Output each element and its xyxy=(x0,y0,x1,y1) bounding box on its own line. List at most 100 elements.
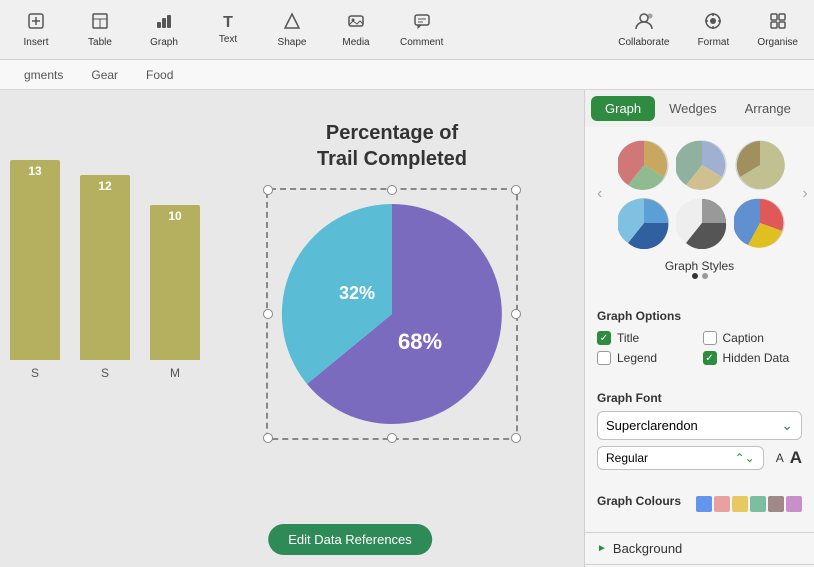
dot-0 xyxy=(692,273,698,279)
tab-segments[interactable]: gments xyxy=(10,64,77,86)
swatch-1[interactable] xyxy=(714,496,730,512)
background-section: ► Background xyxy=(585,532,814,564)
panel-tabs: Graph Wedges Arrange xyxy=(585,90,814,127)
chart-title-line2: Trail Completed xyxy=(317,148,467,170)
shape-button[interactable]: Shape xyxy=(272,12,312,48)
graph-colours-section: Graph Colours xyxy=(585,488,814,520)
style-2[interactable] xyxy=(676,139,728,191)
style-1[interactable] xyxy=(618,139,670,191)
table-label: Table xyxy=(88,37,112,48)
font-style-value: Regular xyxy=(606,451,648,465)
tab-gear[interactable]: Gear xyxy=(77,64,132,86)
graph-styles-section: ‹ xyxy=(585,127,814,289)
swatch-2[interactable] xyxy=(732,496,748,512)
graph-colours-title: Graph Colours xyxy=(597,494,681,508)
pie-container: Percentage of Trail Completed xyxy=(220,120,564,440)
checkbox-title[interactable] xyxy=(597,331,611,345)
style-6[interactable] xyxy=(734,197,786,249)
option-title: Title xyxy=(597,331,697,345)
font-size-large-a[interactable]: A xyxy=(790,448,802,468)
checkbox-caption[interactable] xyxy=(703,331,717,345)
media-icon xyxy=(347,12,365,35)
right-panel: Graph Wedges Arrange ‹ xyxy=(584,90,814,567)
option-legend: Legend xyxy=(597,351,697,365)
tabs-row: gments Gear Food xyxy=(0,60,814,90)
graph-font-section: Graph Font Superclarendon ⌄ Regular ⌃⌄ A… xyxy=(585,385,814,476)
table-button[interactable]: Table xyxy=(80,12,120,48)
swatch-0[interactable] xyxy=(696,496,712,512)
bar-1: 12 xyxy=(80,175,130,360)
text-button[interactable]: T Text xyxy=(208,14,248,45)
panel-tab-wedges[interactable]: Wedges xyxy=(655,96,730,121)
comment-button[interactable]: Comment xyxy=(400,12,443,48)
swatch-5[interactable] xyxy=(786,496,802,512)
comment-icon xyxy=(413,12,431,35)
toolbar: Insert Table Graph T Text xyxy=(0,0,814,60)
text-icon: T xyxy=(223,14,233,32)
font-style-row: Regular ⌃⌄ A A xyxy=(597,446,802,470)
font-size-small-a[interactable]: A xyxy=(776,451,784,465)
pie-chart-svg: 68% 32% xyxy=(272,194,512,434)
collaborate-button[interactable]: Collaborate xyxy=(618,12,669,48)
edit-data-button[interactable]: Edit Data References xyxy=(268,524,432,555)
collaborate-icon xyxy=(634,12,654,35)
media-button[interactable]: Media xyxy=(336,12,376,48)
insert-label: Insert xyxy=(23,37,48,48)
canvas-area: 13 S 12 S 10 M xyxy=(0,90,584,567)
panel-tab-arrange[interactable]: Arrange xyxy=(731,96,805,121)
graph-styles-label: Graph Styles xyxy=(589,259,810,273)
option-label-title: Title xyxy=(617,331,639,345)
organise-label: Organise xyxy=(757,37,798,48)
font-style-arrows: ⌃⌄ xyxy=(735,451,755,465)
checkbox-legend[interactable] xyxy=(597,351,611,365)
tab-food[interactable]: Food xyxy=(132,64,187,86)
comment-label: Comment xyxy=(400,37,443,48)
pie-wrapper[interactable]: 68% 32% xyxy=(266,188,518,440)
option-label-hidden-data: Hidden Data xyxy=(723,351,790,365)
insert-button[interactable]: Insert xyxy=(16,12,56,48)
bar-group-2: 10 M xyxy=(150,205,200,380)
style-dots xyxy=(589,273,810,279)
chart-title: Percentage of Trail Completed xyxy=(317,120,467,172)
bar-2: 10 xyxy=(150,205,200,360)
text-label: Text xyxy=(219,34,237,45)
font-name-value: Superclarendon xyxy=(606,418,698,433)
media-label: Media xyxy=(342,37,369,48)
font-select-arrow: ⌄ xyxy=(781,417,793,434)
font-name-select[interactable]: Superclarendon ⌄ xyxy=(597,411,802,440)
chart-title-line1: Percentage of xyxy=(326,122,458,144)
colours-row: Graph Colours xyxy=(597,494,802,514)
graph-label: Graph xyxy=(150,37,178,48)
format-label: Format xyxy=(698,37,730,48)
shape-label: Shape xyxy=(278,37,307,48)
dot-1 xyxy=(702,273,708,279)
graph-styles-grid xyxy=(610,131,794,257)
prev-style-arrow[interactable]: ‹ xyxy=(589,181,610,207)
format-icon xyxy=(704,12,722,35)
graph-options-section: Graph Options Title Caption Legend Hidde… xyxy=(585,301,814,373)
colour-swatches[interactable] xyxy=(696,496,802,512)
bar-group-0: 13 S xyxy=(10,160,60,380)
option-caption: Caption xyxy=(703,331,803,345)
main-area: 13 S 12 S 10 M xyxy=(0,90,814,567)
bar-0: 13 xyxy=(10,160,60,360)
next-style-arrow[interactable]: › xyxy=(794,181,814,207)
swatch-3[interactable] xyxy=(750,496,766,512)
bar-value-1: 12 xyxy=(98,179,111,193)
format-button[interactable]: Format xyxy=(693,12,733,48)
organise-button[interactable]: Organise xyxy=(757,12,798,48)
swatch-4[interactable] xyxy=(768,496,784,512)
bar-label-2: M xyxy=(170,366,180,380)
checkbox-hidden-data[interactable] xyxy=(703,351,717,365)
style-3[interactable] xyxy=(734,139,786,191)
bar-value-2: 10 xyxy=(168,209,181,223)
background-arrow: ► xyxy=(597,543,607,554)
option-label-caption: Caption xyxy=(723,331,764,345)
background-header[interactable]: ► Background xyxy=(597,541,802,556)
graph-font-title: Graph Font xyxy=(597,391,802,405)
panel-tab-graph[interactable]: Graph xyxy=(591,96,655,121)
font-style-select[interactable]: Regular ⌃⌄ xyxy=(597,446,764,470)
style-5[interactable] xyxy=(676,197,728,249)
style-4[interactable] xyxy=(618,197,670,249)
graph-button[interactable]: Graph xyxy=(144,12,184,48)
